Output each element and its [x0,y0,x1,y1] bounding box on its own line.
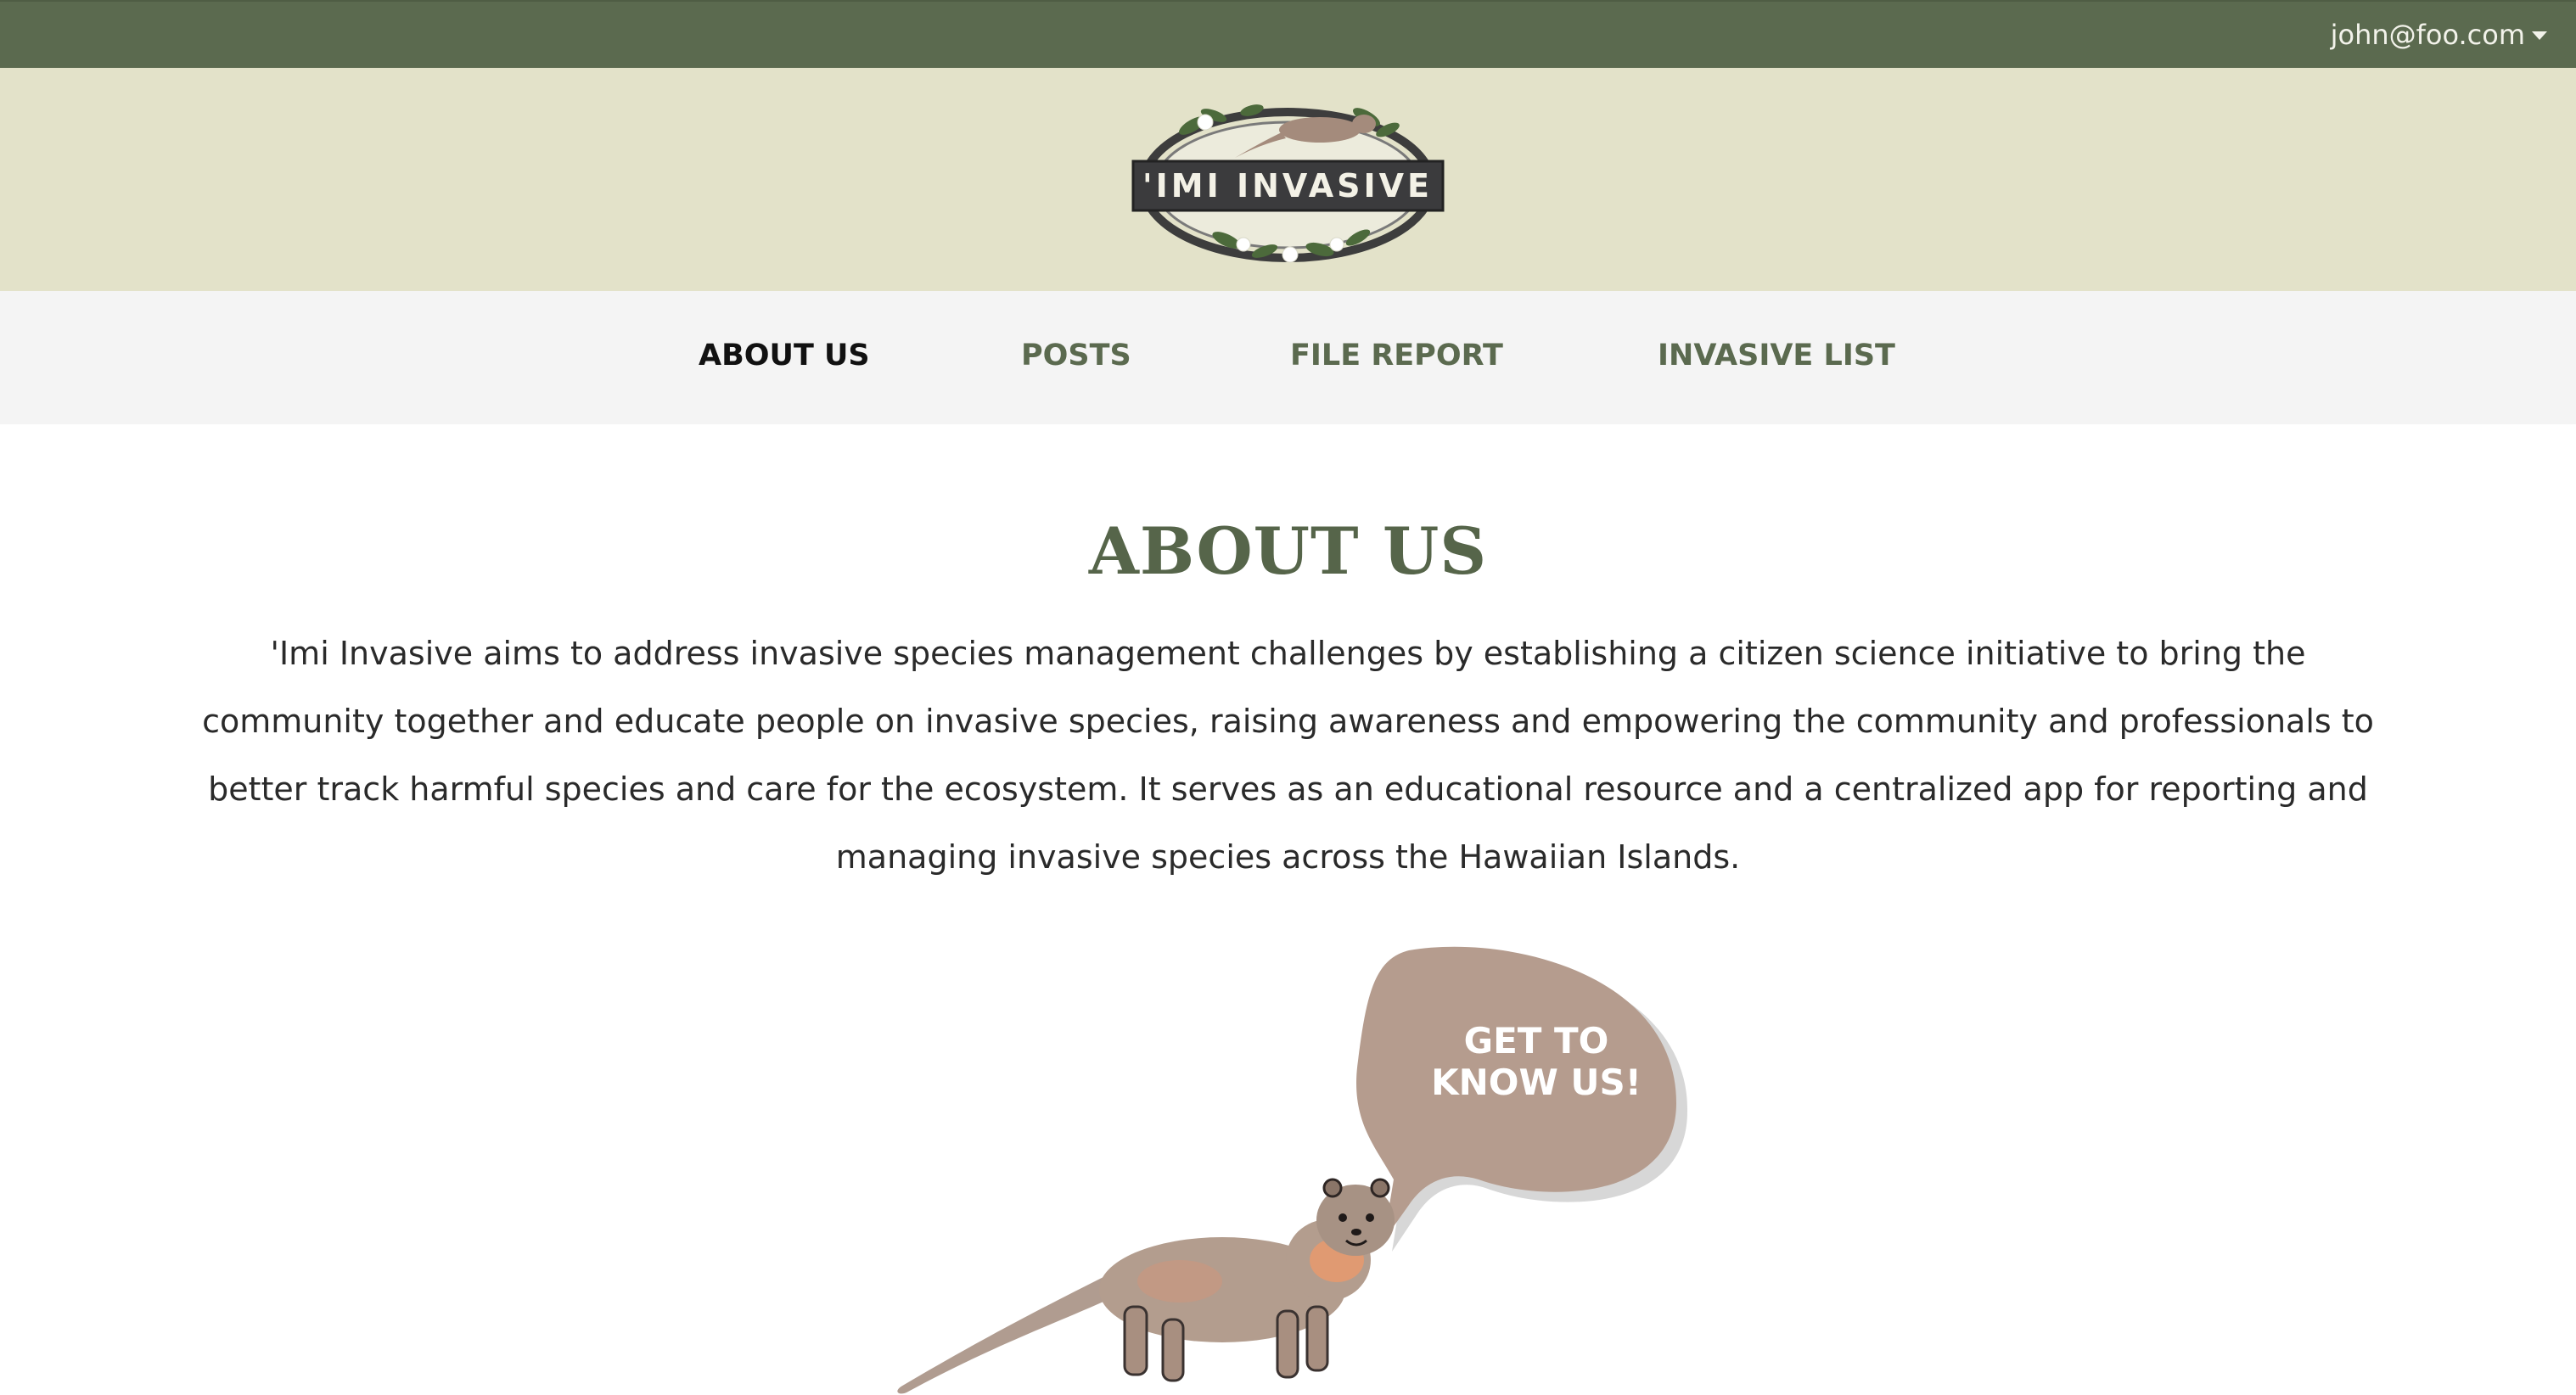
top-bar: john@foo.com [0,0,2576,68]
nav-posts[interactable]: POSTS [1021,339,1131,373]
site-logo[interactable]: 'IMI INVASIVE [1125,92,1451,278]
nav-file-report[interactable]: FILE REPORT [1290,339,1503,373]
intro-paragraph: 'Imi Invasive aims to address invasive s… [202,635,2374,876]
bubble-text-line2: KNOW US! [1431,1062,1642,1103]
chevron-down-icon[interactable] [2532,31,2547,40]
logo-banner: 'IMI INVASIVE [0,68,2576,291]
user-email[interactable]: john@foo.com [2331,19,2525,51]
bubble-text-line1: GET TO [1464,1020,1609,1062]
mongoose-illustration: GET TO KNOW US! [897,946,1688,1394]
nav-about-us[interactable]: ABOUT US [699,339,870,373]
main-nav: ABOUT US POSTS FILE REPORT INVASIVE LIST [0,291,2576,424]
nav-invasive-list[interactable]: INVASIVE LIST [1658,339,1895,373]
logo-text: 'IMI INVASIVE [1142,167,1433,204]
user-menu-dropdown[interactable]: john@foo.com [2331,19,2547,51]
page-title: ABOUT US [1088,513,1488,589]
